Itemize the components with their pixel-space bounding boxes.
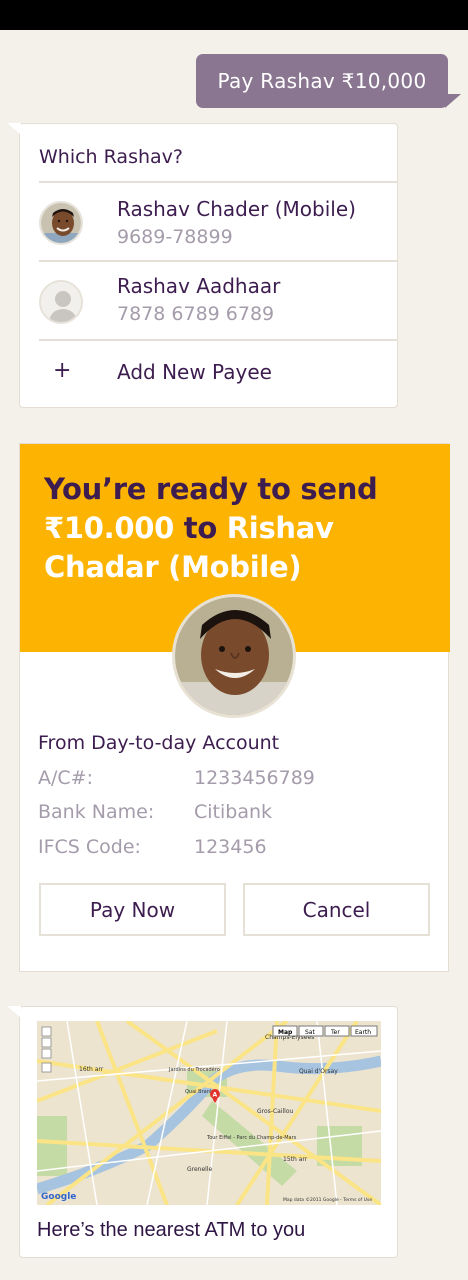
atm-map[interactable]: Champs-Élysées 16th arr Quai d'Orsay Gro…	[37, 1021, 381, 1205]
payee-item-rashav-aadhaar[interactable]: Rashav Aadhaar 7878 6789 6789	[39, 263, 398, 339]
from-account-title: From Day-to-day Account	[38, 732, 280, 754]
google-logo: Google	[41, 1192, 76, 1202]
map-type-earth-button: Earth	[355, 1029, 371, 1036]
add-new-payee-label: Add New Payee	[117, 360, 272, 384]
map-caption: Here’s the nearest ATM to you	[37, 1219, 306, 1241]
payment-confirmation-card: You’re ready to send ₹10.000 to Rishav C…	[19, 443, 450, 972]
to-text: to	[183, 511, 217, 545]
add-new-payee-button[interactable]: + Add New Payee	[39, 354, 379, 394]
detail-value: 123456	[194, 836, 267, 858]
avatar	[39, 201, 83, 245]
map-label: 15th arr	[283, 1156, 308, 1163]
payee-choice-card: Which Rashav? Rashav Chader (Mobile) 968…	[7, 123, 398, 408]
map-label: 16th arr	[79, 1066, 104, 1073]
map-label: Quai d'Orsay	[299, 1068, 338, 1075]
divider	[39, 260, 398, 262]
map-attribution: Map data ©2011 Google - Terms of Use	[283, 1196, 372, 1203]
cancel-button[interactable]: Cancel	[243, 883, 430, 936]
pay-now-button[interactable]: Pay Now	[39, 883, 226, 936]
payee-choice-title: Which Rashav?	[39, 146, 183, 168]
user-message-bubble: Pay Rashav ₹10,000	[196, 54, 461, 108]
default-person-icon	[39, 280, 83, 324]
payee-name: Rashav Chader (Mobile)	[117, 197, 356, 221]
detail-value: Citibank	[194, 801, 273, 823]
card-tail	[7, 1006, 21, 1018]
map-type-ter-button: Ter	[330, 1029, 340, 1036]
map-label: Grenelle	[187, 1166, 213, 1173]
amount-text: ₹10.000	[44, 511, 174, 545]
map-label: Jardins du Trocadéro	[168, 1066, 220, 1073]
map-label: Tour Eiffel - Parc du Champ-de-Mars	[206, 1135, 297, 1141]
card-tail	[7, 123, 21, 135]
status-bar	[0, 0, 468, 30]
user-message-text: Pay Rashav ₹10,000	[217, 69, 427, 93]
plus-icon: +	[53, 358, 72, 383]
payee-item-rashav-chader[interactable]: Rashav Chader (Mobile) 9689-78899	[39, 184, 398, 260]
zoom-controls	[41, 1026, 52, 1073]
map-type-map-button: Map	[278, 1029, 293, 1036]
detail-value: 1233456789	[194, 767, 315, 789]
detail-label: IFCS Code:	[38, 836, 141, 858]
payee-name: Rashav Aadhaar	[117, 274, 281, 298]
divider	[39, 181, 398, 183]
divider	[39, 339, 398, 341]
map-label: Quai Branly	[185, 1089, 214, 1095]
payee-number: 7878 6789 6789	[117, 303, 275, 325]
map-type-sat-button: Sat	[305, 1029, 315, 1036]
payee-number: 9689-78899	[117, 226, 233, 248]
recipient-avatar	[172, 594, 296, 718]
svg-text:A: A	[213, 1092, 218, 1099]
detail-label: A/C#:	[38, 767, 93, 789]
confirmation-title: You’re ready to send ₹10.000 to Rishav C…	[44, 470, 424, 587]
bubble-tail	[445, 94, 461, 108]
title-line: You’re ready to send	[44, 472, 378, 506]
map-label: Gros-Caillou	[257, 1108, 293, 1115]
atm-map-card: Champs-Élysées 16th arr Quai d'Orsay Gro…	[7, 1006, 398, 1258]
detail-label: Bank Name:	[38, 801, 155, 823]
